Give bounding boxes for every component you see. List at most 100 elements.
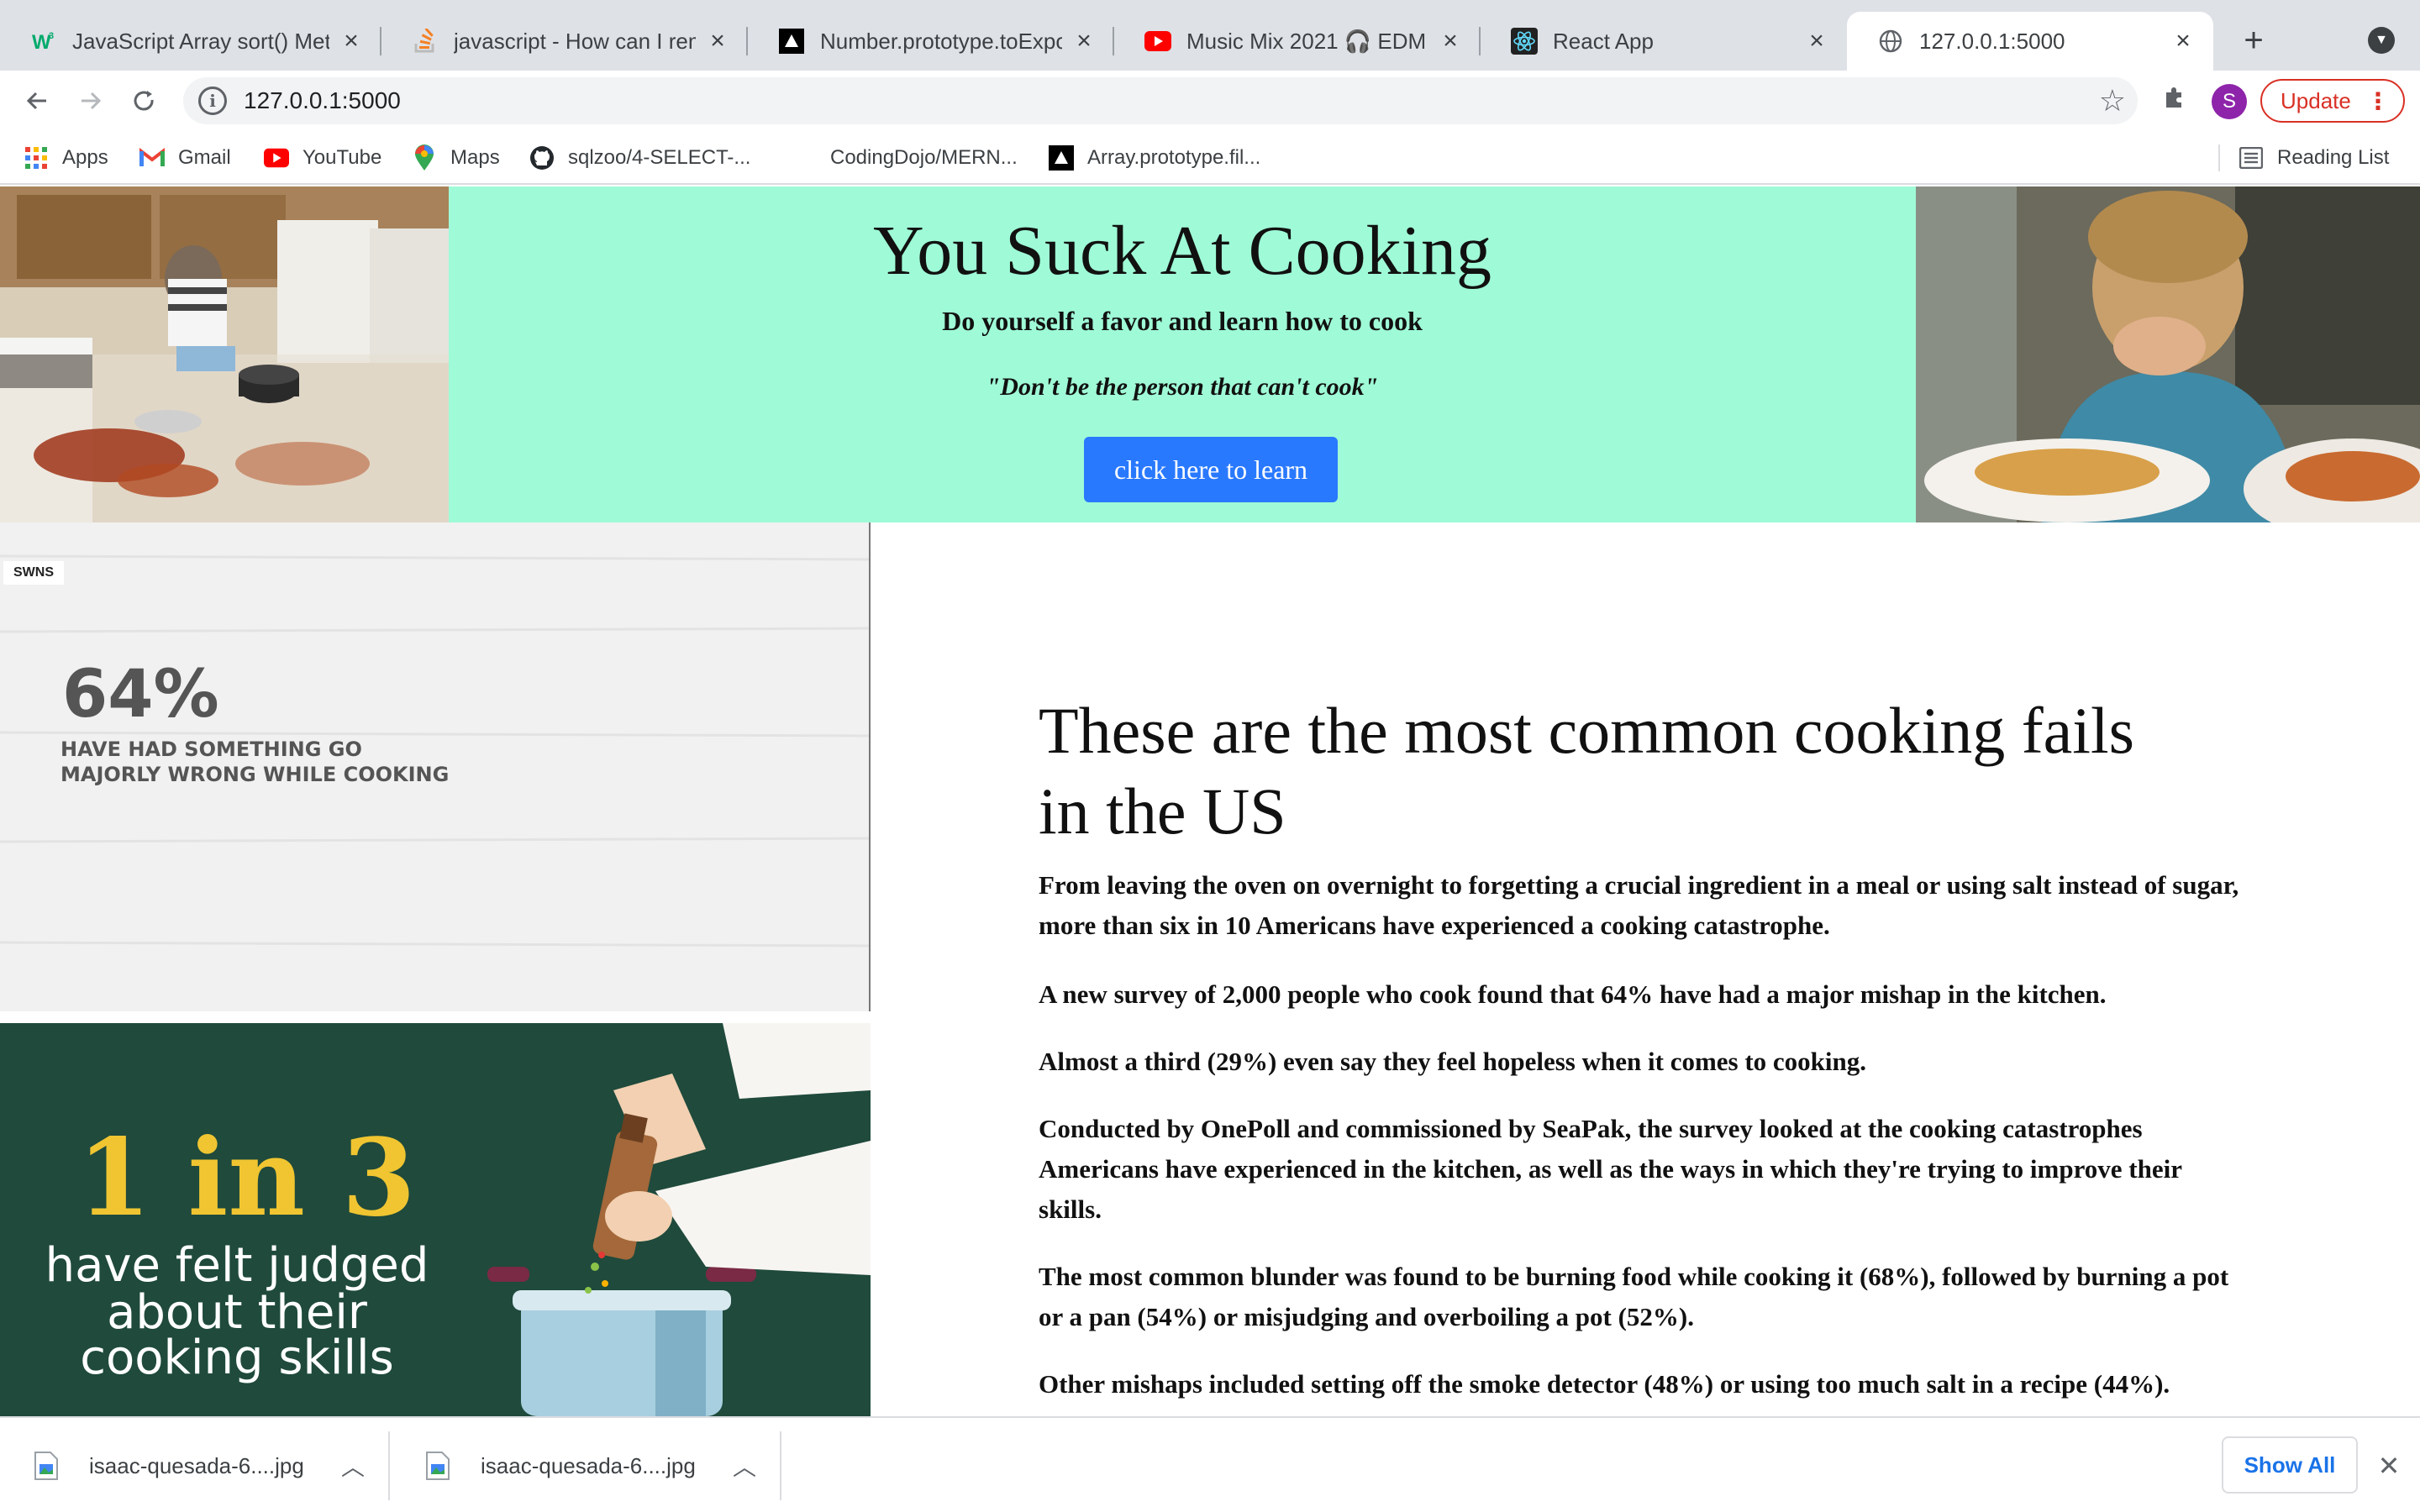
more-vertical-icon[interactable]: ⋮ bbox=[2366, 87, 2390, 115]
download-separator bbox=[780, 1431, 781, 1500]
article-paragraph: Other mishaps included setting off the s… bbox=[1039, 1369, 2170, 1399]
tab-title: Music Mix 2021 🎧 EDM Re bbox=[1186, 28, 1428, 54]
download-separator bbox=[388, 1431, 390, 1500]
youtube-icon bbox=[264, 145, 289, 171]
reload-icon[interactable] bbox=[124, 81, 165, 121]
tab-title: 127.0.0.1:5000 bbox=[1919, 28, 2065, 54]
judged-caption-3: cooking skills bbox=[80, 1331, 394, 1385]
profile-avatar[interactable]: S bbox=[2212, 84, 2247, 119]
tab-localhost-active[interactable]: 127.0.0.1:5000 × bbox=[1847, 12, 2213, 71]
kitchen-mess-photo bbox=[0, 186, 449, 522]
stat-infographic-64: SWNS 64% HAVE HAD SOMETHING GO MAJORLY W… bbox=[0, 522, 871, 1011]
back-arrow-icon[interactable] bbox=[17, 81, 57, 121]
reading-list-icon bbox=[2238, 145, 2264, 171]
hero-quote: "Don't be the person that can't cook" bbox=[986, 373, 1379, 401]
reading-list-button[interactable]: Reading List bbox=[2238, 143, 2389, 173]
bookmark-youtube[interactable]: YouTube bbox=[264, 143, 381, 173]
tab-search-chevron-icon[interactable]: ▼ bbox=[2368, 27, 2395, 54]
maps-pin-icon bbox=[412, 144, 437, 171]
download-shelf: isaac-quesada-6....jpg ︿ isaac-quesada-6… bbox=[0, 1416, 2420, 1512]
mdn-icon bbox=[1049, 145, 1074, 171]
learn-button[interactable]: click here to learn bbox=[1084, 437, 1338, 502]
tab-w3schools[interactable]: W3 JavaScript Array sort() Met × bbox=[0, 12, 381, 71]
url-text[interactable]: 127.0.0.1:5000 bbox=[244, 87, 2099, 114]
bookmark-label: CodingDojo/MERN... bbox=[830, 146, 1018, 169]
hero-banner: You Suck At Cooking Do yourself a favor … bbox=[0, 186, 2420, 522]
article-title-line: These are the most common cooking fails bbox=[1039, 694, 2134, 767]
bookmark-separator bbox=[2218, 144, 2220, 171]
address-bar[interactable]: i 127.0.0.1:5000 ☆ bbox=[183, 77, 2138, 124]
tab-youtube-music[interactable]: Music Mix 2021 🎧 EDM Re × bbox=[1114, 12, 1481, 71]
bookmark-label: YouTube bbox=[302, 146, 382, 169]
tab-title: javascript - How can I remo bbox=[454, 28, 696, 54]
stat-caption-1: HAVE HAD SOMETHING GO bbox=[60, 738, 362, 761]
article-title-line: in the US bbox=[1039, 774, 1286, 848]
page-content: You Suck At Cooking Do yourself a favor … bbox=[0, 186, 2420, 1416]
globe-icon bbox=[1877, 28, 1904, 55]
download-filename: isaac-quesada-6....jpg bbox=[89, 1452, 304, 1478]
download-item[interactable]: isaac-quesada-6....jpg ︿ bbox=[392, 1418, 781, 1512]
article-paragraph: From leaving the oven on overnight to fo… bbox=[1039, 870, 2239, 940]
close-icon[interactable]: × bbox=[338, 27, 365, 55]
hero-text-panel: You Suck At Cooking Do yourself a favor … bbox=[449, 186, 1916, 522]
show-all-downloads-button[interactable]: Show All bbox=[2222, 1436, 2358, 1494]
image-file-icon bbox=[425, 1451, 450, 1481]
gmail-icon bbox=[139, 145, 165, 171]
tab-title: JavaScript Array sort() Met bbox=[72, 28, 329, 54]
download-filename: isaac-quesada-6....jpg bbox=[481, 1452, 696, 1478]
close-icon[interactable]: × bbox=[1803, 27, 1830, 55]
reading-list-label: Reading List bbox=[2277, 146, 2390, 169]
bookmark-gmail[interactable]: Gmail bbox=[139, 143, 231, 173]
article-title: These are the most common cooking fails … bbox=[1039, 690, 2249, 852]
mdn-icon bbox=[778, 28, 805, 55]
bookmark-label: sqlzoo/4-SELECT-... bbox=[568, 146, 751, 169]
article-paragraph: The most common blunder was found to be … bbox=[1039, 1262, 2229, 1331]
bookmark-label: Maps bbox=[450, 146, 500, 169]
site-info-icon[interactable]: i bbox=[198, 87, 227, 115]
image-file-icon bbox=[34, 1451, 59, 1481]
apps-grid-icon bbox=[24, 145, 49, 171]
bookmark-label: Gmail bbox=[178, 146, 231, 169]
article-paragraph: Conducted by OnePoll and commissioned by… bbox=[1039, 1114, 2182, 1224]
youtube-icon bbox=[1144, 28, 1171, 55]
page-title: You Suck At Cooking bbox=[873, 212, 1491, 290]
tab-mdn-number[interactable]: Number.prototype.toExpon × bbox=[748, 12, 1114, 71]
bookmark-label: Array.prototype.fil... bbox=[1087, 146, 1261, 169]
update-button[interactable]: Update ⋮ bbox=[2260, 79, 2405, 123]
tab-stackoverflow[interactable]: javascript - How can I remo × bbox=[381, 12, 748, 71]
close-icon[interactable]: × bbox=[1437, 27, 1464, 55]
w3schools-icon: W3 bbox=[30, 28, 57, 55]
hero-subtitle: Do yourself a favor and learn how to coo… bbox=[942, 306, 1423, 336]
bookmark-star-icon[interactable]: ☆ bbox=[2099, 83, 2126, 118]
tab-title: React App bbox=[1553, 28, 1654, 54]
chevron-up-icon[interactable]: ︿ bbox=[341, 1449, 365, 1483]
bookmark-array-filter[interactable]: Array.prototype.fil... bbox=[1049, 143, 1260, 173]
close-icon[interactable]: × bbox=[2170, 27, 2196, 55]
article-paragraph: A new survey of 2,000 people who cook fo… bbox=[1039, 979, 2107, 1009]
extensions-puzzle-icon[interactable] bbox=[2158, 81, 2191, 114]
forward-arrow-icon[interactable] bbox=[71, 81, 111, 121]
browser-toolbar: i 127.0.0.1:5000 ☆ bbox=[0, 71, 2420, 131]
close-icon[interactable]: × bbox=[1071, 27, 1097, 55]
judged-infographic: 1 in 3 have felt judged about their cook… bbox=[0, 1023, 871, 1416]
article-paragraph: Almost a third (29%) even say they feel … bbox=[1039, 1047, 1867, 1076]
disgusted-boy-photo bbox=[1916, 186, 2420, 522]
download-item[interactable]: isaac-quesada-6....jpg ︿ bbox=[0, 1418, 390, 1512]
stat-number: 64% bbox=[62, 657, 219, 732]
bookmark-maps[interactable]: Maps bbox=[412, 143, 500, 173]
bookmark-apps[interactable]: Apps bbox=[24, 143, 108, 173]
chevron-up-icon[interactable]: ︿ bbox=[733, 1449, 756, 1483]
judged-ratio: 1 in 3 bbox=[77, 1116, 416, 1240]
bookmark-label: Apps bbox=[62, 146, 108, 169]
close-icon[interactable]: ✕ bbox=[2375, 1451, 2403, 1481]
close-icon[interactable]: × bbox=[704, 27, 731, 55]
github-icon bbox=[529, 145, 555, 171]
bookmark-sqlzoo[interactable]: sqlzoo/4-SELECT-... bbox=[529, 143, 750, 173]
tab-strip: W3 JavaScript Array sort() Met × javascr… bbox=[0, 0, 2420, 71]
tab-react-app[interactable]: React App × bbox=[1481, 12, 1847, 71]
bookmark-codingdojo[interactable]: CodingDojo/MERN... bbox=[830, 143, 1018, 173]
new-tab-button[interactable]: + bbox=[2235, 22, 2272, 59]
stackoverflow-icon bbox=[412, 28, 439, 55]
watermark-badge: SWNS bbox=[3, 561, 64, 585]
react-icon bbox=[1511, 28, 1538, 55]
